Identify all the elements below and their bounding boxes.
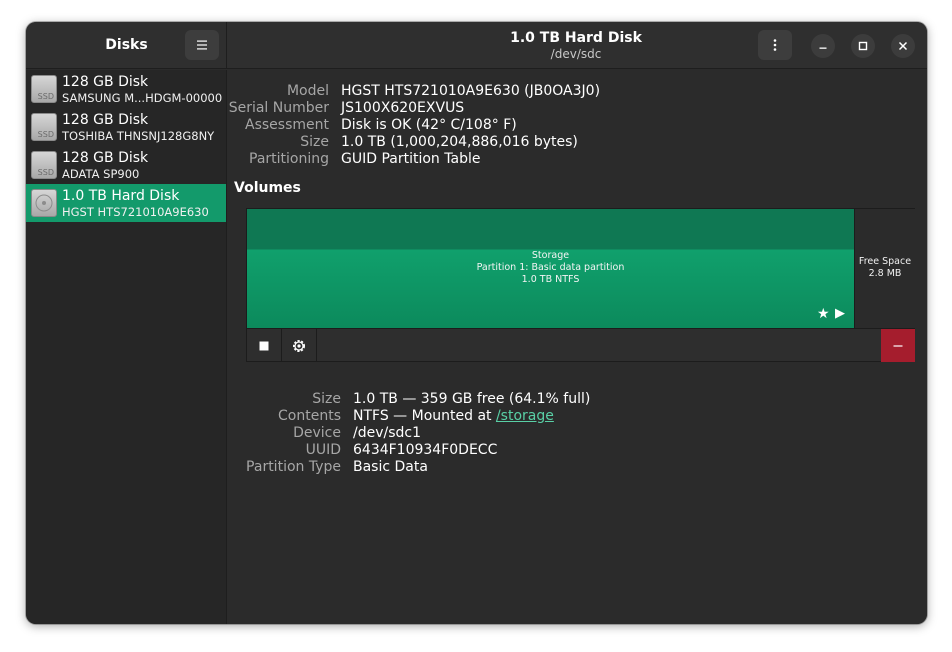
ssd-icon-label: SSD xyxy=(37,130,54,139)
assessment-label: Assessment xyxy=(245,117,329,133)
partition-description: Partition 1: Basic data partition xyxy=(476,262,625,273)
star-icon: ★ xyxy=(817,306,830,322)
ssd-icon: SSD xyxy=(31,151,57,179)
free-space-size: 2.8 MB xyxy=(868,268,902,279)
ssd-icon: SSD xyxy=(31,75,57,103)
close-icon xyxy=(898,41,908,51)
ssd-icon-label: SSD xyxy=(37,168,54,177)
partition-text: Storage Partition 1: Basic data partitio… xyxy=(247,250,854,286)
vol-uuid-label: UUID xyxy=(305,442,341,458)
kebab-menu-icon xyxy=(773,39,777,51)
size-value: 1.0 TB (1,000,204,886,016 bytes) xyxy=(341,134,578,150)
partition-size-type: 1.0 TB NTFS xyxy=(521,274,580,285)
free-space-block[interactable]: Free Space 2.8 MB xyxy=(854,209,915,328)
mount-point-link[interactable]: /storage xyxy=(496,408,554,424)
partitioning-label: Partitioning xyxy=(249,151,329,167)
maximize-icon xyxy=(858,41,868,51)
drive-options-button[interactable] xyxy=(758,30,792,60)
partition-options-button[interactable] xyxy=(282,329,317,362)
disks-window: Disks 1.0 TB Hard Disk /dev/sdc SSD 128 … xyxy=(26,22,927,624)
vol-size-label: Size xyxy=(312,391,341,407)
volume-map: Storage Partition 1: Basic data partitio… xyxy=(246,208,915,362)
vol-contents-label: Contents xyxy=(278,408,341,424)
free-space-text: Free Space 2.8 MB xyxy=(855,256,915,280)
window-title-block: 1.0 TB Hard Disk /dev/sdc xyxy=(466,30,686,62)
drive-details-pane: Model HGST HTS721010A9E630 (JB0OA3J0) Se… xyxy=(228,70,927,624)
disk-model: ADATA SP900 xyxy=(62,167,140,181)
sidebar-header: Disks xyxy=(26,22,227,69)
disk-list: SSD 128 GB Disk SAMSUNG M...HDGM-00000 S… xyxy=(26,70,227,624)
disk-name: 1.0 TB Hard Disk xyxy=(62,188,180,204)
disk-list-item[interactable]: SSD 128 GB Disk SAMSUNG M...HDGM-00000 xyxy=(26,70,226,108)
window-subtitle: /dev/sdc xyxy=(550,47,602,61)
disk-model: HGST HTS721010A9E630 xyxy=(62,205,209,219)
vol-device-value: /dev/sdc1 xyxy=(353,425,422,441)
vol-type-label: Partition Type xyxy=(246,459,341,475)
model-label: Model xyxy=(286,83,329,99)
size-label: Size xyxy=(300,134,329,150)
model-value: HGST HTS721010A9E630 (JB0OA3J0) xyxy=(341,83,601,99)
serial-label: Serial Number xyxy=(228,100,329,116)
header-bar: Disks 1.0 TB Hard Disk /dev/sdc xyxy=(26,22,927,69)
hamburger-icon xyxy=(197,40,207,50)
disk-list-item[interactable]: SSD 128 GB Disk TOSHIBA THNSNJ128G8NY xyxy=(26,108,226,146)
play-icon: ▶ xyxy=(835,306,845,321)
disk-name: 128 GB Disk xyxy=(62,112,149,128)
volume-toolbar xyxy=(247,328,915,362)
assessment-value: Disk is OK (42° C/108° F) xyxy=(341,117,517,133)
vol-uuid-value: 6434F10934F0DECC xyxy=(353,442,498,458)
partitioning-value: GUID Partition Table xyxy=(341,151,481,167)
hard-disk-icon xyxy=(31,189,57,217)
disk-name: 128 GB Disk xyxy=(62,150,149,166)
vol-size-value: 1.0 TB — 359 GB free (64.1% full) xyxy=(353,391,591,407)
free-space-label: Free Space xyxy=(858,256,912,267)
minimize-icon xyxy=(819,47,827,49)
partition-block-storage[interactable]: Storage Partition 1: Basic data partitio… xyxy=(247,209,854,328)
stop-icon xyxy=(259,341,269,350)
partition-name: Storage xyxy=(531,250,570,261)
ssd-icon-label: SSD xyxy=(37,92,54,101)
vol-type-value: Basic Data xyxy=(353,459,428,475)
minus-icon xyxy=(893,344,903,347)
unmount-button[interactable] xyxy=(247,329,282,362)
window-title: 1.0 TB Hard Disk xyxy=(510,30,642,46)
disk-model: TOSHIBA THNSNJ128G8NY xyxy=(62,129,215,143)
ssd-icon: SSD xyxy=(31,113,57,141)
disk-list-item[interactable]: SSD 128 GB Disk ADATA SP900 xyxy=(26,146,226,184)
gear-icon xyxy=(293,339,305,352)
delete-partition-button[interactable] xyxy=(881,329,915,362)
disk-model: SAMSUNG M...HDGM-00000 xyxy=(62,91,223,105)
disk-list-item-selected[interactable]: 1.0 TB Hard Disk HGST HTS721010A9E630 xyxy=(26,184,226,222)
vol-device-label: Device xyxy=(293,425,341,441)
minimize-button[interactable] xyxy=(811,34,835,58)
vol-contents-value: NTFS — Mounted at /storage xyxy=(353,408,554,425)
close-button[interactable] xyxy=(891,34,915,58)
disk-name: 128 GB Disk xyxy=(62,74,149,90)
vol-contents-text: NTFS — Mounted at xyxy=(353,408,496,424)
serial-value: JS100X620EXVUS xyxy=(341,100,465,116)
volumes-heading: Volumes xyxy=(234,180,301,196)
maximize-button[interactable] xyxy=(851,34,875,58)
main-menu-button[interactable] xyxy=(185,30,219,60)
